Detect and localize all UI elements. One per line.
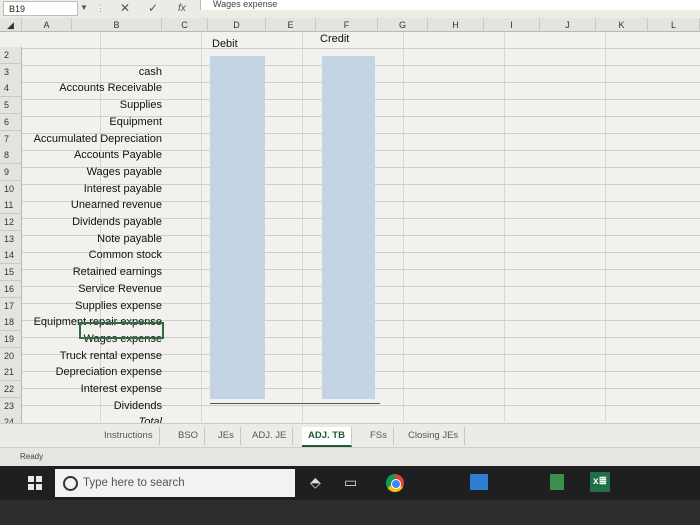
- row-header-5[interactable]: 5: [0, 97, 22, 115]
- row-header-12[interactable]: 12: [0, 214, 22, 231]
- row-header-20[interactable]: 20: [0, 347, 22, 365]
- account-label[interactable]: Equipment: [109, 114, 162, 130]
- credit-header[interactable]: Credit: [320, 33, 349, 45]
- account-label[interactable]: Truck rental expense: [60, 348, 162, 364]
- more-dots-icon: ⋮: [96, 3, 105, 13]
- row-header-6[interactable]: 6: [0, 113, 22, 131]
- row-header-4[interactable]: 4: [0, 80, 22, 98]
- excel-icon[interactable]: x≣: [590, 472, 610, 492]
- formula-bar: B19 ▼ ⋮ ✕ ✓ fx Wages expense: [0, 0, 700, 19]
- account-label[interactable]: Depreciation expense: [56, 364, 162, 380]
- row-header-3[interactable]: 3: [0, 63, 22, 81]
- tab-adj-je[interactable]: ADJ. JE: [246, 427, 294, 445]
- row-header-9[interactable]: 9: [0, 163, 22, 181]
- account-label[interactable]: Note payable: [97, 231, 162, 247]
- row-header-14[interactable]: 14: [0, 247, 22, 265]
- taskbar: Type here to search ⬘ ▭ x≣: [0, 466, 700, 500]
- selected-cell-b19[interactable]: [79, 322, 164, 339]
- account-label[interactable]: Service Revenue: [78, 281, 162, 297]
- column-header-j[interactable]: J: [540, 18, 596, 32]
- row-header-18[interactable]: 18: [0, 314, 22, 332]
- account-label[interactable]: Retained earnings: [73, 264, 162, 280]
- status-text: Ready: [20, 452, 44, 461]
- total-border: [210, 403, 380, 404]
- row-header-15[interactable]: 15: [0, 264, 22, 282]
- column-header-a[interactable]: A: [22, 18, 72, 32]
- tab-instructions[interactable]: Instructions: [98, 427, 160, 445]
- row-header-11[interactable]: 11: [0, 197, 22, 215]
- windows-start-icon[interactable]: [28, 476, 42, 490]
- row-header-21[interactable]: 21: [0, 364, 22, 382]
- cortana-icon: [63, 476, 78, 491]
- status-bar: Ready: [0, 447, 700, 466]
- column-header-e[interactable]: E: [266, 18, 316, 32]
- row-header-23[interactable]: 23: [0, 397, 22, 415]
- account-label[interactable]: Dividends payable: [72, 214, 162, 230]
- account-label[interactable]: Wages payable: [87, 164, 162, 180]
- task-view-icon[interactable]: ▭: [344, 474, 357, 491]
- column-header-d[interactable]: D: [208, 18, 266, 32]
- chrome-icon[interactable]: [386, 474, 404, 492]
- debit-header[interactable]: Debit: [212, 38, 238, 50]
- enter-icon[interactable]: ✓: [148, 1, 158, 16]
- account-label[interactable]: Supplies: [120, 97, 162, 113]
- tab-adj-tb[interactable]: ADJ. TB: [302, 427, 352, 447]
- formula-input[interactable]: Wages expense: [200, 0, 700, 10]
- row-header-16[interactable]: 16: [0, 280, 22, 298]
- app-icon-2[interactable]: [550, 474, 564, 490]
- select-all-corner[interactable]: ◢: [0, 18, 22, 32]
- account-label[interactable]: Interest payable: [84, 181, 162, 197]
- account-label[interactable]: Accumulated Depreciation: [34, 131, 162, 147]
- column-header-b[interactable]: B: [72, 18, 162, 32]
- account-label[interactable]: cash: [139, 64, 162, 80]
- account-label[interactable]: Interest expense: [81, 381, 162, 397]
- row-header-17[interactable]: 17: [0, 297, 22, 315]
- monitor-bezel: [0, 500, 700, 525]
- fx-icon[interactable]: fx: [178, 1, 186, 16]
- account-label[interactable]: Unearned revenue: [71, 197, 162, 213]
- column-header-c[interactable]: C: [162, 18, 208, 32]
- tab-closing-jes[interactable]: Closing JEs: [402, 427, 466, 445]
- row-header-22[interactable]: 22: [0, 381, 22, 398]
- excel-window: B19 ▼ ⋮ ✕ ✓ fx Wages expense ◢ A B C D E…: [0, 0, 700, 500]
- chevron-down-icon[interactable]: ▼: [80, 3, 88, 12]
- column-header-g[interactable]: G: [378, 18, 428, 32]
- column-header-f[interactable]: F: [316, 18, 378, 32]
- sheet-tabs-bar: Instructions BSO JEs ADJ. JE ADJ. TB FSs…: [0, 423, 700, 448]
- column-header-h[interactable]: H: [428, 18, 484, 32]
- debit-column-fill: [210, 56, 265, 399]
- row-header-13[interactable]: 13: [0, 230, 22, 248]
- microphone-icon[interactable]: ⬘: [310, 474, 321, 491]
- row-header-19[interactable]: 19: [0, 330, 22, 348]
- row-header-7[interactable]: 7: [0, 130, 22, 148]
- app-icon[interactable]: [470, 474, 488, 490]
- account-label[interactable]: Dividends: [114, 398, 162, 414]
- account-label[interactable]: Supplies expense: [75, 298, 162, 314]
- account-label[interactable]: Common stock: [89, 247, 162, 263]
- tab-fss[interactable]: FSs: [364, 427, 394, 445]
- column-header-i[interactable]: I: [484, 18, 540, 32]
- credit-column-fill: [322, 56, 375, 399]
- account-label[interactable]: Accounts Receivable: [59, 80, 162, 96]
- name-box[interactable]: B19: [3, 1, 78, 16]
- row-header-10[interactable]: 10: [0, 180, 22, 198]
- column-header-k[interactable]: K: [596, 18, 648, 32]
- column-header-l[interactable]: L: [648, 18, 700, 32]
- cancel-icon[interactable]: ✕: [120, 1, 130, 16]
- taskbar-search[interactable]: Type here to search: [55, 469, 295, 497]
- account-label[interactable]: Accounts Payable: [74, 147, 162, 163]
- tab-bso[interactable]: BSO: [172, 427, 206, 445]
- row-header-8[interactable]: 8: [0, 147, 22, 165]
- tab-jes[interactable]: JEs: [212, 427, 241, 445]
- search-placeholder: Type here to search: [83, 477, 185, 489]
- row-header-2[interactable]: 2: [0, 47, 22, 64]
